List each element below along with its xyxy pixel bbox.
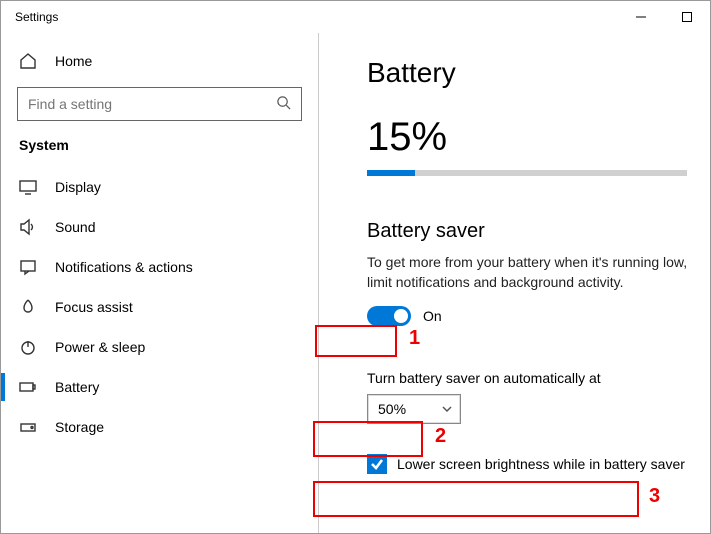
battery-bar-fill [367, 170, 415, 176]
annotation-num-3: 3 [649, 485, 660, 508]
saver-heading: Battery saver [367, 220, 690, 243]
minimize-button[interactable] [618, 1, 664, 33]
search-icon [276, 95, 291, 113]
nav-notifications[interactable]: Notifications & actions [1, 247, 318, 287]
nav-label: Sound [55, 219, 95, 235]
category-heading: System [1, 137, 318, 153]
battery-percent: 15% [367, 115, 690, 160]
storage-icon [19, 418, 37, 436]
display-icon [19, 178, 37, 196]
saver-toggle[interactable] [367, 306, 411, 326]
search-input[interactable] [28, 96, 276, 112]
annotation-num-2: 2 [435, 425, 446, 448]
nav-label: Power & sleep [55, 339, 145, 355]
battery-icon [19, 378, 37, 396]
nav-battery[interactable]: Battery [1, 367, 318, 407]
annotation-box-1 [315, 325, 397, 357]
annotation-box-2 [313, 421, 423, 457]
nav-label: Storage [55, 419, 104, 435]
nav-home[interactable]: Home [1, 41, 318, 81]
power-icon [19, 338, 37, 356]
nav-power-sleep[interactable]: Power & sleep [1, 327, 318, 367]
brightness-label: Lower screen brightness while in battery… [397, 456, 685, 472]
annotation-num-1: 1 [409, 327, 420, 350]
sidebar: Home System Display Sound Notifications … [1, 33, 319, 533]
search-box[interactable] [17, 87, 302, 121]
annotation-box-3 [313, 481, 639, 517]
window-title: Settings [15, 10, 58, 24]
nav-label: Display [55, 179, 101, 195]
auto-on-label: Turn battery saver on automatically at [367, 370, 690, 386]
page-title: Battery [367, 57, 690, 89]
main-panel: Battery 15% Battery saver To get more fr… [319, 33, 710, 533]
nav-focus-assist[interactable]: Focus assist [1, 287, 318, 327]
home-icon [19, 52, 37, 70]
auto-on-dropdown[interactable]: 50% [367, 394, 461, 424]
saver-toggle-label: On [423, 308, 442, 324]
nav-home-label: Home [55, 53, 92, 69]
saver-description: To get more from your battery when it's … [367, 253, 690, 292]
nav-sound[interactable]: Sound [1, 207, 318, 247]
nav-storage[interactable]: Storage [1, 407, 318, 447]
maximize-button[interactable] [664, 1, 710, 33]
nav-label: Battery [55, 379, 99, 395]
dropdown-value: 50% [378, 401, 406, 417]
notifications-icon [19, 258, 37, 276]
sound-icon [19, 218, 37, 236]
focus-icon [19, 298, 37, 316]
nav-label: Focus assist [55, 299, 133, 315]
brightness-checkbox[interactable] [367, 454, 387, 474]
nav-label: Notifications & actions [55, 259, 193, 275]
battery-bar [367, 170, 687, 176]
chevron-down-icon [442, 401, 452, 417]
nav-display[interactable]: Display [1, 167, 318, 207]
